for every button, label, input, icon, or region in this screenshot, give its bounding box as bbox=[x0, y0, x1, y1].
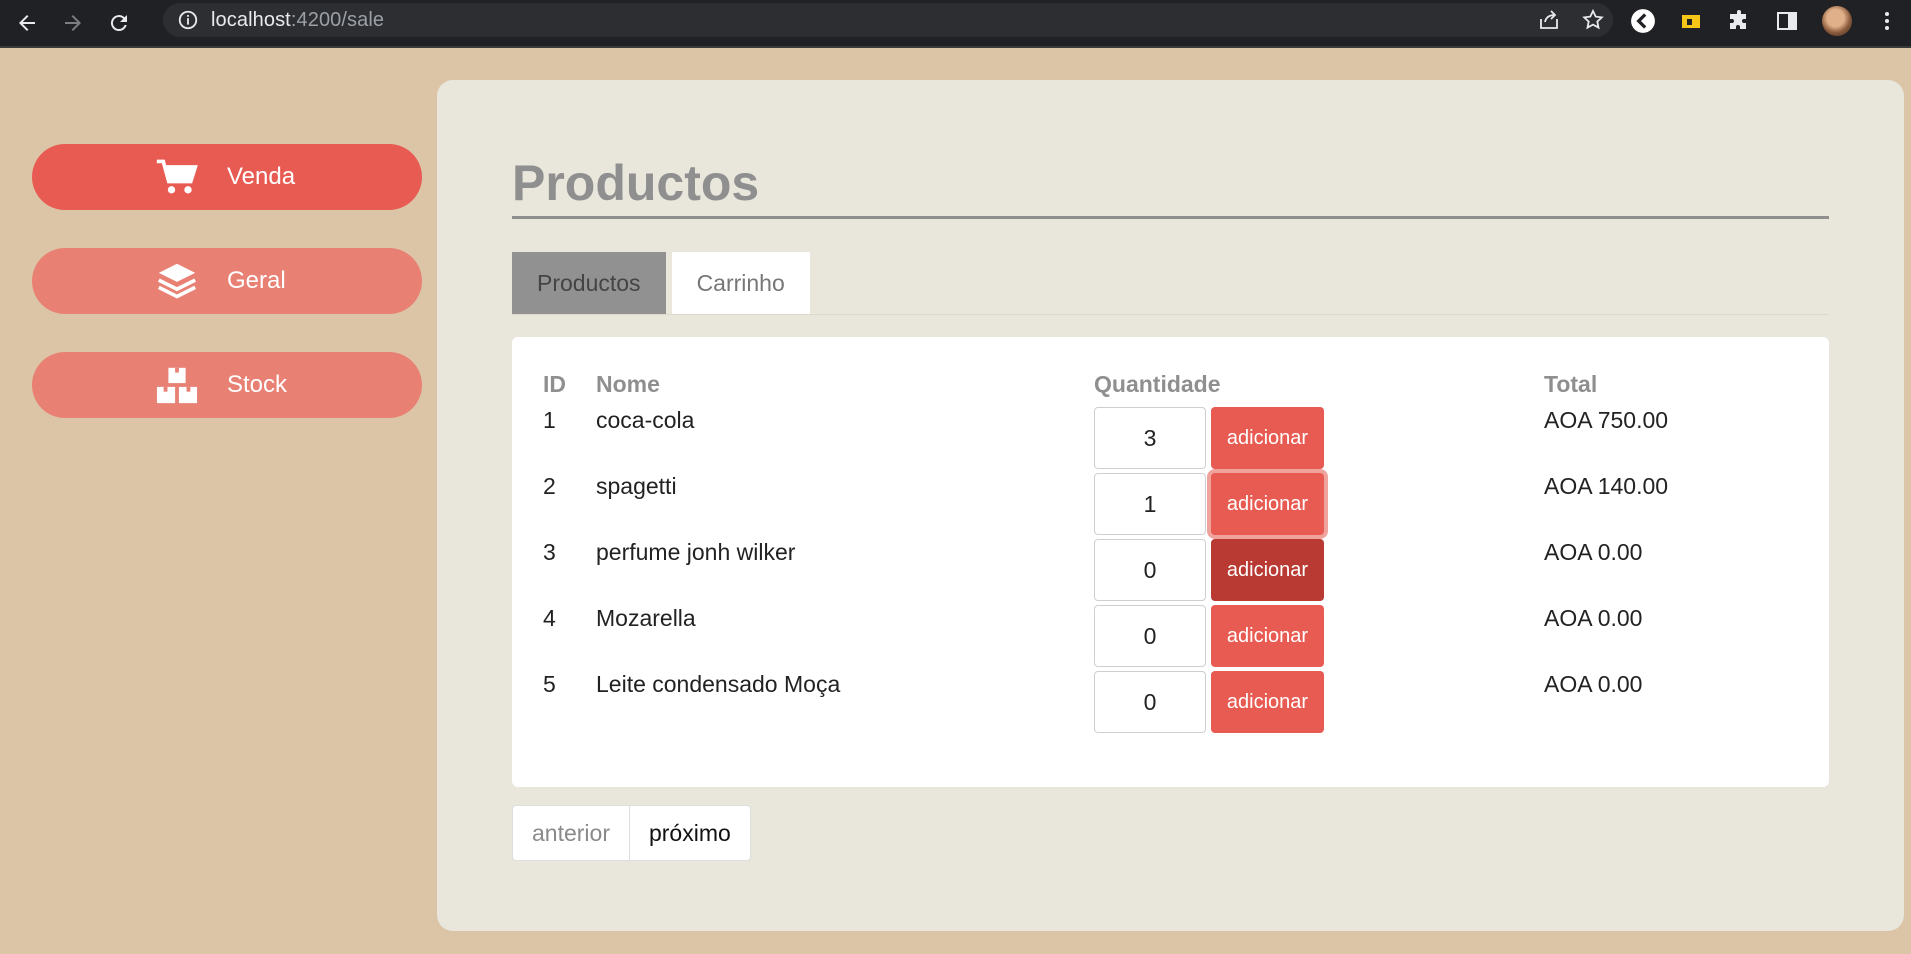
header-total: Total bbox=[1544, 371, 1598, 397]
url-path: :4200/sale bbox=[290, 8, 385, 31]
row-id: 4 bbox=[543, 605, 556, 631]
forward-button[interactable] bbox=[54, 4, 92, 42]
add-button[interactable]: adicionar bbox=[1211, 407, 1324, 469]
tab-productos[interactable]: Productos bbox=[512, 252, 666, 314]
row-name: coca-cola bbox=[596, 407, 695, 433]
header-nome: Nome bbox=[596, 371, 660, 397]
previous-page-button[interactable]: anterior bbox=[512, 805, 630, 861]
sidebar-item-geral[interactable]: Geral bbox=[32, 248, 422, 314]
address-bar[interactable]: localhost:4200/sale bbox=[163, 3, 1613, 37]
url-text: localhost:4200/sale bbox=[211, 9, 384, 32]
row-name: spagetti bbox=[596, 473, 677, 499]
sidebar: Venda Geral Stock bbox=[32, 144, 422, 456]
row-total: AOA 0.00 bbox=[1544, 539, 1643, 565]
tab-bar: Productos Carrinho bbox=[512, 252, 810, 314]
arrow-left-icon bbox=[19, 15, 35, 31]
quantity-input[interactable]: 3 bbox=[1094, 407, 1206, 469]
add-button[interactable]: adicionar bbox=[1211, 671, 1324, 733]
table-row: 1 coca-cola 3 adicionar AOA 750.00 bbox=[512, 407, 1829, 473]
reload-icon bbox=[110, 15, 127, 32]
extension-folder-icon[interactable] bbox=[1678, 8, 1704, 34]
pagination: anterior próximo bbox=[512, 805, 751, 861]
sidebar-item-label: Stock bbox=[227, 371, 288, 398]
profile-avatar[interactable] bbox=[1822, 6, 1852, 36]
row-id: 2 bbox=[543, 473, 556, 499]
quantity-input[interactable]: 0 bbox=[1094, 605, 1206, 667]
row-name: Mozarella bbox=[596, 605, 696, 631]
browser-toolbar: localhost:4200/sale bbox=[0, 0, 1911, 48]
next-page-button[interactable]: próximo bbox=[629, 805, 751, 861]
add-button[interactable]: adicionar bbox=[1211, 605, 1324, 667]
sidebar-item-stock[interactable]: Stock bbox=[32, 352, 422, 418]
page-title: Productos bbox=[512, 154, 1829, 219]
menu-kebab-icon[interactable] bbox=[1874, 8, 1900, 34]
row-id: 5 bbox=[543, 671, 556, 697]
reload-button[interactable] bbox=[100, 4, 138, 42]
bookmark-star-icon[interactable] bbox=[1581, 8, 1605, 32]
share-icon[interactable] bbox=[1537, 8, 1561, 32]
sidebar-item-label: Geral bbox=[227, 267, 286, 294]
row-total: AOA 140.00 bbox=[1544, 473, 1669, 499]
row-total: AOA 750.00 bbox=[1544, 407, 1669, 433]
add-button[interactable]: adicionar bbox=[1211, 473, 1324, 535]
add-button[interactable]: adicionar bbox=[1211, 539, 1324, 601]
products-table: ID Nome Quantidade Total 1 coca-cola 3 a… bbox=[512, 337, 1829, 787]
extension-chevron-icon[interactable] bbox=[1630, 8, 1656, 34]
quantity-input[interactable]: 1 bbox=[1094, 473, 1206, 535]
quantity-input[interactable]: 0 bbox=[1094, 539, 1206, 601]
row-id: 1 bbox=[543, 407, 556, 433]
header-quantidade: Quantidade bbox=[1094, 371, 1221, 397]
table-row: 5 Leite condensado Moça 0 adicionar AOA … bbox=[512, 671, 1829, 737]
back-button[interactable] bbox=[8, 4, 46, 42]
row-name: Leite condensado Moça bbox=[596, 671, 841, 697]
sidebar-item-venda[interactable]: Venda bbox=[32, 144, 422, 210]
table-row: 2 spagetti 1 adicionar AOA 140.00 bbox=[512, 473, 1829, 539]
row-id: 3 bbox=[543, 539, 556, 565]
header-id: ID bbox=[543, 371, 566, 397]
table-row: 3 perfume jonh wilker 0 adicionar AOA 0.… bbox=[512, 539, 1829, 605]
boxes-icon bbox=[154, 364, 200, 406]
row-name: perfume jonh wilker bbox=[596, 539, 796, 565]
layers-icon bbox=[154, 260, 200, 302]
url-host: localhost bbox=[211, 8, 291, 31]
tab-divider bbox=[512, 314, 1829, 315]
extensions-puzzle-icon[interactable] bbox=[1726, 8, 1752, 34]
cart-icon bbox=[154, 156, 200, 198]
tab-carrinho[interactable]: Carrinho bbox=[671, 252, 810, 314]
side-panel-icon[interactable] bbox=[1774, 8, 1800, 34]
row-total: AOA 0.00 bbox=[1544, 605, 1643, 631]
row-total: AOA 0.00 bbox=[1544, 671, 1643, 697]
info-icon bbox=[178, 10, 198, 30]
sidebar-item-label: Venda bbox=[227, 163, 296, 190]
table-row: 4 Mozarella 0 adicionar AOA 0.00 bbox=[512, 605, 1829, 671]
arrow-right-icon bbox=[65, 15, 81, 31]
main-panel: Productos Productos Carrinho ID Nome Qua… bbox=[437, 80, 1904, 931]
quantity-input[interactable]: 0 bbox=[1094, 671, 1206, 733]
